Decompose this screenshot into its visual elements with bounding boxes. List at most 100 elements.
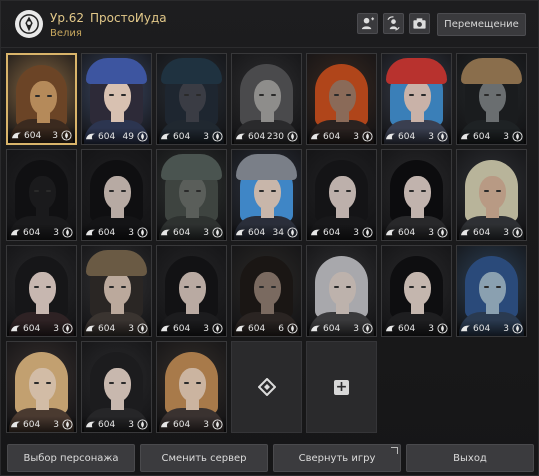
character-card[interactable]: 604 230 <box>231 53 302 145</box>
contribution-icon <box>512 227 523 238</box>
energy-icon <box>386 325 395 332</box>
character-select-button[interactable]: Выбор персонажа <box>7 444 135 472</box>
character-card[interactable]: 604 3 <box>381 245 452 337</box>
family-name: ПростоИуда <box>90 11 167 25</box>
character-window: Ур.62 ПростоИуда Велия Перемещение 604 3 60… <box>0 0 539 476</box>
plus-icon: + <box>334 378 349 395</box>
character-card[interactable]: 604 3 <box>156 53 227 145</box>
contribution-icon <box>212 323 223 334</box>
energy-value: 604 <box>323 228 341 238</box>
character-card[interactable]: 604 3 <box>306 53 377 145</box>
energy-icon <box>161 325 170 332</box>
contribution-value: 3 <box>353 324 359 334</box>
character-card[interactable]: 604 3 <box>156 149 227 241</box>
character-stats: 604 3 <box>457 224 526 240</box>
energy-value: 604 <box>23 324 41 334</box>
energy-icon <box>311 229 320 236</box>
character-card[interactable]: 604 3 <box>81 341 152 433</box>
energy-value: 604 <box>98 324 116 334</box>
minimize-game-button[interactable]: Свернуть игру <box>273 444 401 472</box>
character-card[interactable]: 604 3 <box>156 341 227 433</box>
character-stats: 604 3 <box>7 416 76 432</box>
energy-icon <box>161 229 170 236</box>
character-stats: 604 3 <box>157 128 226 144</box>
energy-value: 604 <box>398 228 416 238</box>
family-level: Ур.62 ПростоИуда <box>50 11 167 25</box>
energy-icon <box>236 133 245 140</box>
contribution-icon <box>362 227 373 238</box>
character-card[interactable]: 604 3 <box>381 149 452 241</box>
character-card[interactable]: 604 3 <box>81 149 152 241</box>
contribution-value: 3 <box>428 324 434 334</box>
energy-value: 604 <box>98 228 116 238</box>
character-card[interactable]: 604 3 <box>6 341 77 433</box>
character-slot-unlock[interactable] <box>231 341 302 433</box>
add-friend-button[interactable] <box>357 13 378 34</box>
contribution-value: 230 <box>266 132 284 142</box>
contribution-icon <box>437 131 448 142</box>
energy-value: 604 <box>248 228 266 238</box>
character-card[interactable]: 604 3 <box>306 245 377 337</box>
energy-icon <box>311 325 320 332</box>
create-character-slot[interactable]: + <box>306 341 377 433</box>
energy-icon <box>12 132 21 139</box>
slot-diamond-icon <box>257 378 276 396</box>
camera-icon <box>413 18 426 29</box>
energy-value: 604 <box>98 420 116 430</box>
character-stats: 604 3 <box>307 320 376 336</box>
energy-icon <box>11 325 20 332</box>
contribution-value: 3 <box>428 132 434 142</box>
contribution-icon <box>212 131 223 142</box>
energy-icon <box>386 229 395 236</box>
contribution-icon <box>212 419 223 430</box>
character-card[interactable]: 604 3 <box>81 245 152 337</box>
swap-icon <box>387 16 400 31</box>
character-card[interactable]: 604 3 <box>456 53 527 145</box>
energy-value: 604 <box>173 420 191 430</box>
energy-icon <box>386 133 395 140</box>
contribution-value: 3 <box>503 132 509 142</box>
energy-value: 604 <box>173 228 191 238</box>
swap-button[interactable] <box>383 13 404 34</box>
energy-value: 604 <box>248 132 266 142</box>
exit-button[interactable]: Выход <box>406 444 534 472</box>
energy-value: 604 <box>323 132 341 142</box>
character-card[interactable]: 604 3 <box>381 53 452 145</box>
move-button[interactable]: Перемещение <box>437 13 526 36</box>
contribution-value: 3 <box>128 420 134 430</box>
character-card[interactable]: 604 6 <box>231 245 302 337</box>
contribution-value: 3 <box>203 228 209 238</box>
character-card[interactable]: 604 3 <box>6 149 77 241</box>
energy-icon <box>236 325 245 332</box>
character-card[interactable]: 604 3 <box>306 149 377 241</box>
character-card[interactable]: 604 3 <box>156 245 227 337</box>
screenshot-button[interactable] <box>409 13 430 34</box>
character-stats: 604 3 <box>157 320 226 336</box>
energy-value: 604 <box>248 324 266 334</box>
contribution-value: 34 <box>272 228 284 238</box>
character-stats: 604 3 <box>157 416 226 432</box>
contribution-icon <box>212 227 223 238</box>
character-card[interactable]: 604 49 <box>81 53 152 145</box>
character-card[interactable]: 604 34 <box>231 149 302 241</box>
character-stats: 604 3 <box>157 224 226 240</box>
energy-icon <box>11 229 20 236</box>
contribution-value: 49 <box>122 132 134 142</box>
energy-icon <box>161 133 170 140</box>
character-card[interactable]: 604 3 <box>456 149 527 241</box>
energy-icon <box>86 325 95 332</box>
character-stats: 604 3 <box>8 127 75 143</box>
character-card[interactable]: 604 3 <box>6 53 77 145</box>
contribution-value: 3 <box>53 228 59 238</box>
energy-value: 604 <box>24 131 42 141</box>
contribution-icon <box>287 131 298 142</box>
energy-value: 604 <box>98 132 116 142</box>
character-stats: 604 34 <box>232 224 301 240</box>
contribution-value: 3 <box>128 324 134 334</box>
change-server-button[interactable]: Сменить сервер <box>140 444 268 472</box>
contribution-icon <box>362 131 373 142</box>
energy-icon <box>161 421 170 428</box>
server-name: Велия <box>50 28 82 39</box>
character-card[interactable]: 604 3 <box>456 245 527 337</box>
character-card[interactable]: 604 3 <box>6 245 77 337</box>
